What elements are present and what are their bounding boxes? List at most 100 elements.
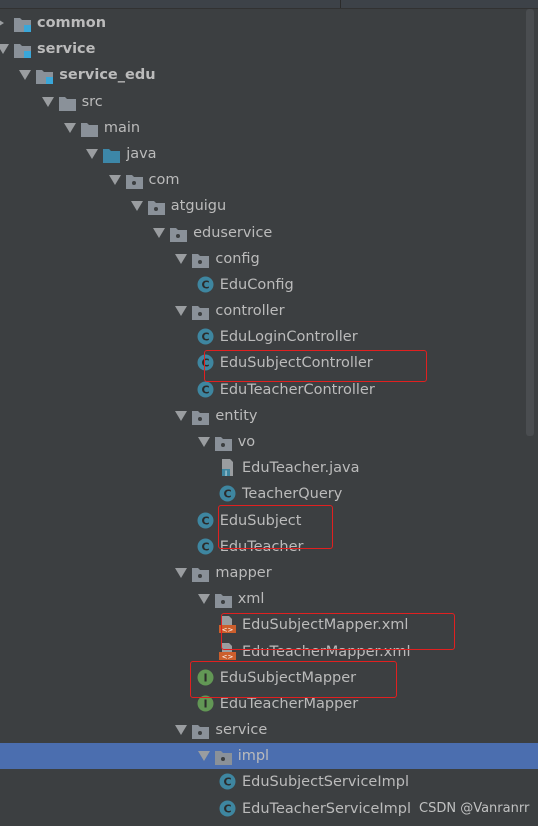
tree-item-controller[interactable]: controller	[0, 298, 538, 324]
tree-item-label: EduLoginController	[219, 329, 358, 346]
tree-item-label: atguigu	[170, 198, 227, 215]
chevron-down-icon[interactable]	[19, 70, 32, 81]
chevron-down-icon[interactable]	[63, 122, 76, 133]
package-icon	[192, 251, 210, 268]
chevron-right-icon[interactable]	[0, 18, 4, 28]
tree-item-service-edu[interactable]: service_edu	[0, 62, 538, 88]
chevron-down-icon[interactable]	[130, 201, 143, 212]
tree-item-label: TeacherQuery	[242, 486, 343, 503]
tree-item-main[interactable]: main	[0, 115, 538, 141]
tree-item-label: service	[215, 722, 268, 739]
tree-item-teacherquery[interactable]: C TeacherQuery	[0, 481, 538, 507]
tree-item-edulogincontroller[interactable]: C EduLoginController	[0, 324, 538, 350]
tree-item-src[interactable]: src	[0, 89, 538, 115]
toolbar-divider	[340, 0, 341, 8]
tree-item-label: EduTeacher.java	[242, 460, 360, 477]
tree-item-label: impl	[237, 748, 270, 765]
highlight-box	[221, 613, 455, 650]
tree-item-label: service_edu	[59, 67, 156, 84]
tree-item-label: entity	[215, 407, 258, 424]
package-icon	[214, 748, 232, 766]
source-folder-icon	[103, 146, 121, 163]
tree-item-label: eduservice	[193, 224, 273, 241]
package-icon	[192, 408, 210, 425]
tree-item-xml[interactable]: xml	[0, 586, 538, 612]
tree-item-java[interactable]: java	[0, 141, 538, 167]
module-folder-icon	[14, 41, 31, 59]
tree-item-label: EduConfig	[219, 276, 294, 293]
tree-item-vo[interactable]: vo	[0, 429, 538, 455]
tree-item-label: com	[148, 172, 180, 189]
package-icon	[192, 303, 210, 321]
tree-item-label: vo	[237, 434, 256, 450]
package-icon	[170, 225, 188, 242]
chevron-down-icon[interactable]	[175, 725, 188, 736]
folder-icon	[80, 120, 98, 137]
package-icon	[192, 722, 210, 740]
toolbar-strip	[0, 0, 538, 9]
tree-item-label: EduTeacherServiceImpl	[242, 800, 412, 817]
svg-text:C: C	[201, 331, 209, 344]
tree-item-common[interactable]: common	[0, 10, 538, 36]
chevron-down-icon[interactable]	[175, 567, 188, 578]
folder-icon	[58, 94, 76, 111]
tree-item-label: mapper	[215, 564, 272, 581]
tree-item-label: service	[37, 41, 96, 58]
svg-text:C: C	[201, 540, 209, 553]
svg-text:<>: <>	[222, 653, 234, 660]
tree-item-mapper[interactable]: mapper	[0, 560, 538, 586]
highlight-box	[218, 505, 333, 549]
tree-item-label: common	[37, 15, 107, 31]
svg-text:J: J	[224, 470, 227, 477]
tree-item-com[interactable]: com	[0, 167, 538, 193]
scrollbar[interactable]	[526, 9, 534, 436]
tree-item-label: controller	[215, 303, 285, 320]
svg-text:C: C	[223, 488, 231, 501]
package-icon	[214, 434, 232, 451]
package-icon	[147, 198, 165, 216]
class-icon: C	[197, 538, 214, 555]
tree-item-impl[interactable]: impl	[0, 743, 538, 770]
svg-text:C: C	[223, 776, 231, 789]
tree-item-label: java	[126, 145, 157, 162]
svg-text:C: C	[201, 383, 209, 396]
chevron-down-icon[interactable]	[0, 44, 9, 55]
watermark: CSDN @Vanranrr	[419, 801, 530, 816]
tree-item-config[interactable]: config	[0, 246, 538, 272]
module-folder-icon	[36, 67, 54, 85]
tree-item-eduservice[interactable]: eduservice	[0, 220, 538, 246]
tree-item-label: main	[103, 119, 141, 136]
class-icon: C	[219, 773, 236, 790]
tree-item-label: EduSubjectServiceImpl	[242, 774, 409, 791]
package-icon	[125, 172, 143, 190]
tree-item-edusubjectserviceimpl[interactable]: C EduSubjectServiceImpl	[0, 769, 538, 795]
tree-item-label: src	[81, 93, 103, 110]
svg-text:C: C	[223, 802, 231, 815]
package-icon	[214, 591, 232, 609]
tree-item-educonfig[interactable]: C EduConfig	[0, 272, 538, 298]
chevron-down-icon[interactable]	[175, 253, 188, 264]
tree-item-entity[interactable]: entity	[0, 403, 538, 429]
highlight-box	[190, 661, 397, 698]
tree-item-atguigu[interactable]: atguigu	[0, 193, 538, 219]
tree-item-label: config	[215, 250, 260, 267]
highlight-box	[204, 350, 427, 382]
chevron-down-icon[interactable]	[86, 148, 99, 159]
svg-text:I: I	[203, 697, 207, 710]
class-icon: C	[197, 381, 214, 398]
chevron-down-icon[interactable]	[175, 306, 188, 317]
chevron-down-icon[interactable]	[41, 96, 54, 107]
chevron-down-icon[interactable]	[153, 227, 166, 238]
package-icon	[192, 565, 210, 582]
svg-text:C: C	[201, 514, 209, 527]
chevron-down-icon[interactable]	[108, 175, 121, 186]
tree-item-service[interactable]: service	[0, 717, 538, 743]
class-icon: C	[197, 512, 214, 529]
project-tree: common service service_edusrc main java com at…	[0, 10, 538, 822]
chevron-down-icon[interactable]	[197, 437, 210, 447]
chevron-down-icon[interactable]	[197, 594, 210, 605]
chevron-down-icon[interactable]	[175, 410, 188, 421]
tree-item-eduteacher-java[interactable]: J EduTeacher.java	[0, 455, 538, 481]
tree-item-service[interactable]: service	[0, 36, 538, 62]
chevron-down-icon[interactable]	[197, 751, 210, 762]
